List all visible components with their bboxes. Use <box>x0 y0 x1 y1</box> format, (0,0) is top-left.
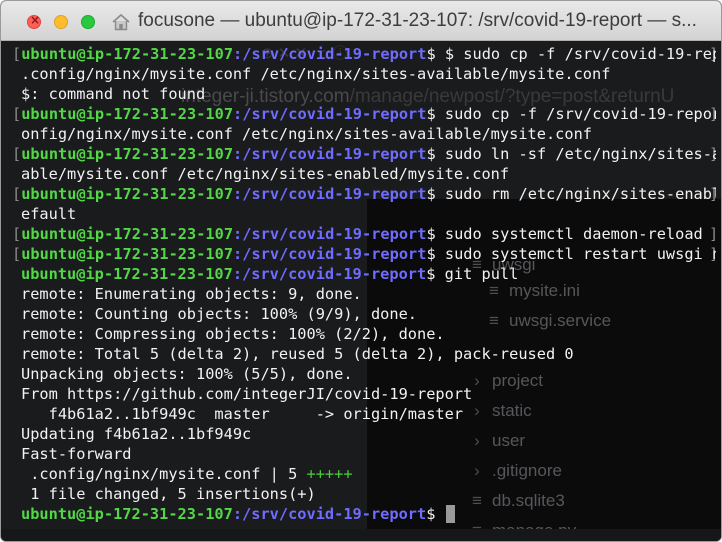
terminal-output[interactable]: ][ubuntu@ip-172-31-23-107:/srv/covid-19-… <box>12 45 716 529</box>
prompt-symbol: $ <box>426 225 436 243</box>
command-line: ubuntu@ip-172-31-23-107:/srv/covid-19-re… <box>21 265 518 285</box>
terminal-window: focusone — ubuntu@ip-172-31-23-107: /srv… <box>0 0 722 542</box>
output-line: remote: Total 5 (delta 2), reused 5 (del… <box>21 345 574 363</box>
command-text: sudo systemctl daemon-reload <box>435 225 703 243</box>
prompt-user-host: ubuntu@ip-172-31-23-107 <box>21 265 233 283</box>
line-wrap-bracket: [ <box>12 245 22 263</box>
close-window-button[interactable] <box>27 13 41 29</box>
prompt-path: :/srv/covid-19-report <box>233 145 427 163</box>
prompt-symbol: $ <box>426 105 436 123</box>
diffstat-line: .config/nginx/mysite.conf | 5 +++++ <box>21 465 353 485</box>
line-wrap-bracket: [ <box>12 185 22 203</box>
prompt-symbol: $ <box>426 185 436 203</box>
prompt-user-host: ubuntu@ip-172-31-23-107 <box>21 185 234 203</box>
output-line: remote: Enumerating objects: 9, done. <box>21 285 362 303</box>
prompt-path: :/srv/covid-19-report <box>233 225 427 243</box>
command-text: sudo ln -sf /etc/nginx/sites-avail <box>444 145 716 163</box>
prompt-symbol: $ <box>426 45 436 63</box>
window-title: focusone — ubuntu@ip-172-31-23-107: /srv… <box>138 10 697 31</box>
prompt-symbol: $ <box>426 245 436 263</box>
prompt-path: :/srv/covid-19-report <box>232 505 427 523</box>
prompt-user-host: ubuntu@ip-172-31-23-107 <box>21 225 234 243</box>
command-text <box>435 505 444 523</box>
output-line: Fast-forward <box>21 445 132 463</box>
output-line: 1 file changed, 5 insertions(+) <box>21 485 316 503</box>
title-bar[interactable]: focusone — ubuntu@ip-172-31-23-107: /srv… <box>1 1 721 41</box>
prompt-user-host: ubuntu@ip-172-31-23-107 <box>21 505 233 523</box>
prompt-path: :/srv/covid-19-report <box>233 185 427 203</box>
output-line: able/mysite.conf /etc/nginx/sites-enable… <box>21 165 510 183</box>
output-line: onfig/nginx/mysite.conf /etc/nginx/sites… <box>21 125 592 143</box>
output-line: Updating f4b61a2..1bf949c <box>21 425 252 443</box>
command-line: [ubuntu@ip-172-31-23-107:/srv/covid-19-r… <box>12 45 716 65</box>
line-wrap-bracket-right: ] <box>709 225 716 245</box>
command-line: [ubuntu@ip-172-31-23-107:/srv/covid-19-r… <box>12 185 716 205</box>
command-text: sudo systemctl restart uwsgi nginx <box>444 245 716 263</box>
output-line: remote: Compressing objects: 100% (2/2),… <box>21 325 445 343</box>
prompt-path: :/srv/covid-19-report <box>233 245 427 263</box>
prompt-symbol: $ <box>426 145 436 163</box>
diffstat-insertions: +++++ <box>306 465 353 483</box>
output-line: From https://github.com/integerJI/covid-… <box>21 385 473 403</box>
prompt-user-host: ubuntu@ip-172-31-23-107 <box>21 105 234 123</box>
terminal-bottom-edge <box>1 529 721 541</box>
command-line: [ubuntu@ip-172-31-23-107:/srv/covid-19-r… <box>12 105 716 125</box>
prompt-user-host: ubuntu@ip-172-31-23-107 <box>21 245 234 263</box>
command-line: [ubuntu@ip-172-31-23-107:/srv/covid-19-r… <box>12 225 703 245</box>
command-text: $ sudo cp -f /srv/covid-19-report/ <box>444 45 716 63</box>
text-cursor <box>445 505 455 523</box>
prompt-path: :/srv/covid-19-report <box>232 265 427 283</box>
output-line: remote: Counting objects: 100% (9/9), do… <box>21 305 418 323</box>
command-line: [ubuntu@ip-172-31-23-107:/srv/covid-19-r… <box>12 145 716 165</box>
home-folder-icon <box>112 13 130 31</box>
line-wrap-bracket: [ <box>12 145 22 163</box>
prompt-user-host: ubuntu@ip-172-31-23-107 <box>21 145 234 163</box>
current-prompt-line: ubuntu@ip-172-31-23-107:/srv/covid-19-re… <box>21 505 455 525</box>
output-line: .config/nginx/mysite.conf /etc/nginx/sit… <box>21 65 611 83</box>
output-line: f4b61a2..1bf949c master -> origin/master <box>21 405 464 423</box>
prompt-path: :/srv/covid-19-report <box>233 45 427 63</box>
prompt-user-host: ubuntu@ip-172-31-23-107 <box>21 45 234 63</box>
command-line: [ubuntu@ip-172-31-23-107:/srv/covid-19-r… <box>12 245 716 265</box>
line-wrap-bracket: [ <box>12 225 22 243</box>
line-wrap-bracket: [ <box>12 45 22 63</box>
minimize-window-button[interactable] <box>54 15 68 29</box>
zoom-window-button[interactable] <box>81 15 95 29</box>
command-text: sudo rm /etc/nginx/sites-enabled/d <box>444 185 716 203</box>
output-line: efault <box>21 205 77 223</box>
prompt-path: :/srv/covid-19-report <box>233 105 427 123</box>
diffstat-text: .config/nginx/mysite.conf | 5 <box>21 465 307 483</box>
output-line: $: command not found <box>21 85 206 103</box>
output-line: Unpacking objects: 100% (5/5), done. <box>21 365 353 383</box>
line-wrap-bracket: [ <box>12 105 22 123</box>
command-text: sudo cp -f /srv/covid-19-report/.c <box>444 105 716 123</box>
command-text: git pull <box>435 265 519 283</box>
